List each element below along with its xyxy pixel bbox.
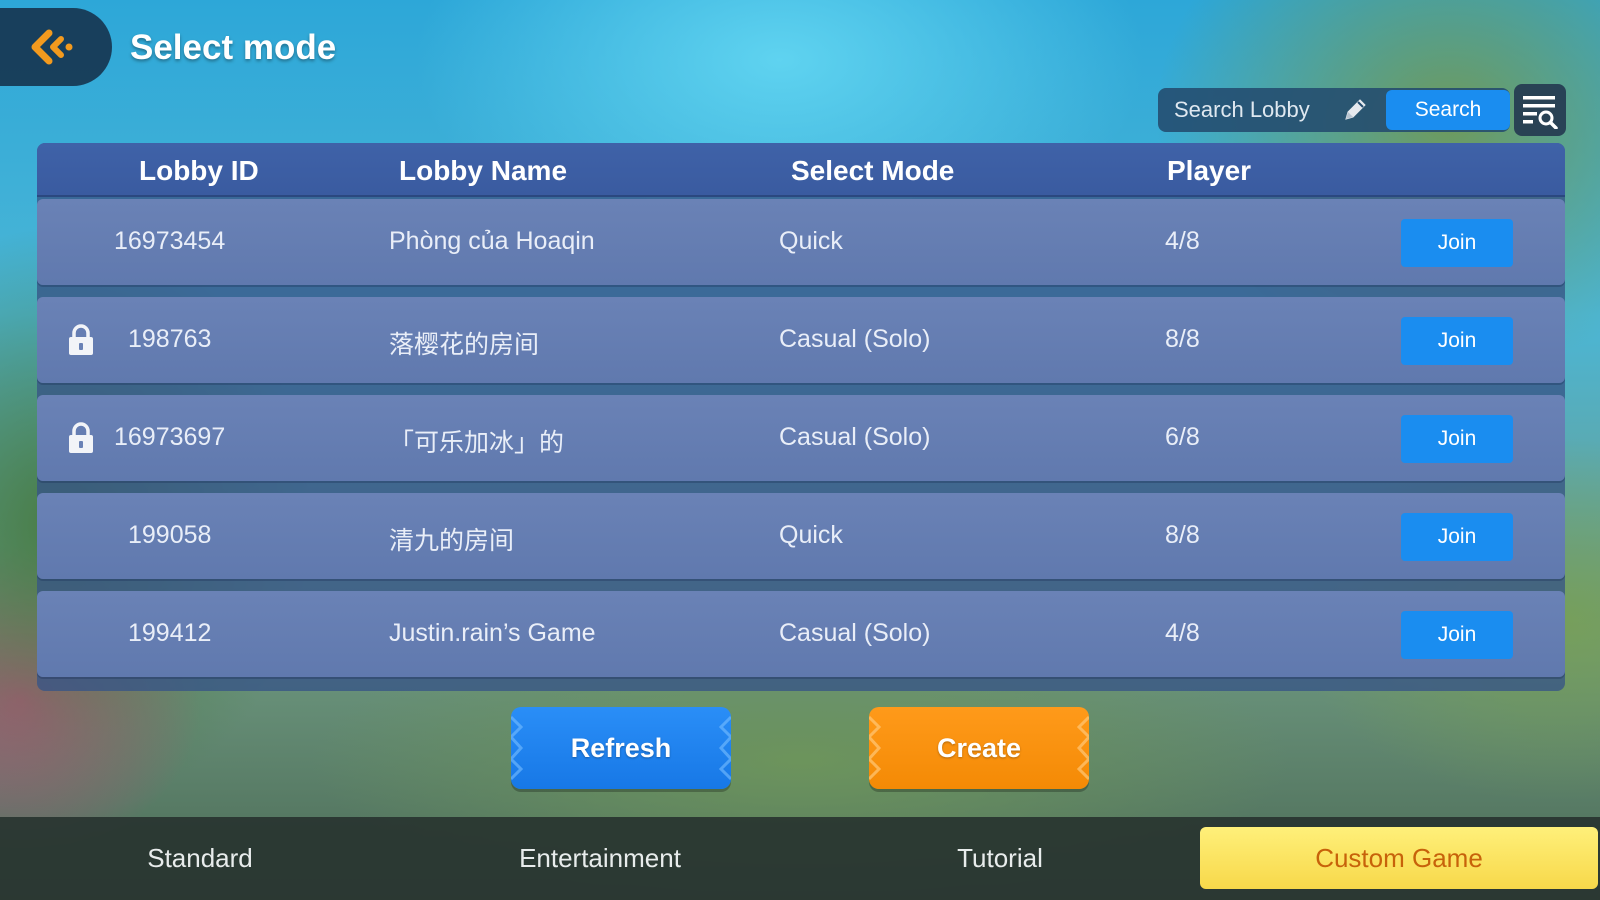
table-row[interactable]: 198763 落樱花的房间 Casual (Solo) 8/8 Join bbox=[37, 297, 1565, 383]
column-header-player: Player bbox=[1167, 155, 1252, 186]
lobby-id: 16973697 bbox=[114, 423, 226, 451]
lobby-mode: Quick bbox=[779, 227, 843, 255]
pencil-icon bbox=[1340, 95, 1370, 125]
table-row[interactable]: 16973697 「可乐加冰」的 Casual (Solo) 6/8 Join bbox=[37, 395, 1565, 481]
lock-icon bbox=[69, 324, 93, 355]
table-row[interactable]: 199412 Justin.rain’s Game Casual (Solo) … bbox=[37, 591, 1565, 677]
tab-standard[interactable]: Standard bbox=[0, 817, 400, 900]
lobby-name: 落樱花的房间 bbox=[389, 331, 540, 359]
lobby-mode: Casual (Solo) bbox=[779, 619, 931, 647]
button-ornament-icon bbox=[511, 715, 524, 781]
back-button[interactable] bbox=[0, 8, 112, 86]
join-button[interactable]: Join bbox=[1401, 219, 1513, 267]
lobby-id: 16973454 bbox=[114, 227, 226, 255]
lock-icon bbox=[69, 422, 93, 453]
tab-custom-game[interactable]: Custom Game bbox=[1200, 827, 1598, 889]
lobby-id: 198763 bbox=[128, 325, 212, 353]
tab-tutorial[interactable]: Tutorial bbox=[800, 817, 1200, 900]
lobby-players: 8/8 bbox=[1165, 325, 1200, 353]
lobby-players: 4/8 bbox=[1165, 619, 1200, 647]
mode-tab-bar: Standard Entertainment Tutorial Custom G… bbox=[0, 817, 1600, 900]
lobby-mode: Quick bbox=[779, 521, 843, 549]
join-button[interactable]: Join bbox=[1401, 513, 1513, 561]
refresh-label: Refresh bbox=[570, 732, 672, 763]
back-arrow-icon bbox=[31, 29, 73, 65]
button-ornament-icon bbox=[718, 715, 731, 781]
lobby-table: Lobby ID Lobby Name Select Mode Player 1… bbox=[37, 143, 1565, 691]
table-row[interactable]: 16973454 Phòng của Hoaqin Quick 4/8 Join bbox=[37, 199, 1565, 285]
button-ornament-icon bbox=[869, 715, 882, 781]
table-header: Lobby ID Lobby Name Select Mode Player bbox=[37, 143, 1565, 197]
lobby-id: 199058 bbox=[128, 521, 212, 549]
create-button[interactable]: Create bbox=[869, 707, 1089, 789]
lobby-players: 8/8 bbox=[1165, 521, 1200, 549]
lobby-players: 6/8 bbox=[1165, 423, 1200, 451]
lobby-mode: Casual (Solo) bbox=[779, 423, 931, 451]
lobby-name: Justin.rain’s Game bbox=[389, 619, 596, 647]
lobby-name: 「可乐加冰」的 bbox=[389, 429, 565, 457]
button-ornament-icon bbox=[1076, 715, 1089, 781]
column-header-lobby-name: Lobby Name bbox=[399, 155, 568, 186]
tab-entertainment[interactable]: Entertainment bbox=[400, 817, 800, 900]
column-header-lobby-id: Lobby ID bbox=[139, 155, 259, 186]
page-title: Select mode bbox=[130, 28, 337, 67]
list-search-icon bbox=[1523, 96, 1558, 129]
lobby-name: Phòng của Hoaqin bbox=[389, 227, 595, 255]
lobby-filter-button[interactable] bbox=[1514, 84, 1566, 136]
lobby-name: 清九的房间 bbox=[389, 527, 515, 555]
refresh-button[interactable]: Refresh bbox=[511, 707, 731, 789]
search-button[interactable]: Search bbox=[1386, 90, 1510, 130]
column-header-select-mode: Select Mode bbox=[791, 155, 955, 186]
lobby-id: 199412 bbox=[128, 619, 212, 647]
search-input[interactable] bbox=[1158, 88, 1338, 132]
search-bar: Search bbox=[1158, 88, 1510, 132]
join-button[interactable]: Join bbox=[1401, 611, 1513, 659]
lobby-players: 4/8 bbox=[1165, 227, 1200, 255]
table-row[interactable]: 199058 清九的房间 Quick 8/8 Join bbox=[37, 493, 1565, 579]
lobby-mode: Casual (Solo) bbox=[779, 325, 931, 353]
join-button[interactable]: Join bbox=[1401, 415, 1513, 463]
join-button[interactable]: Join bbox=[1401, 317, 1513, 365]
create-label: Create bbox=[936, 732, 1022, 763]
